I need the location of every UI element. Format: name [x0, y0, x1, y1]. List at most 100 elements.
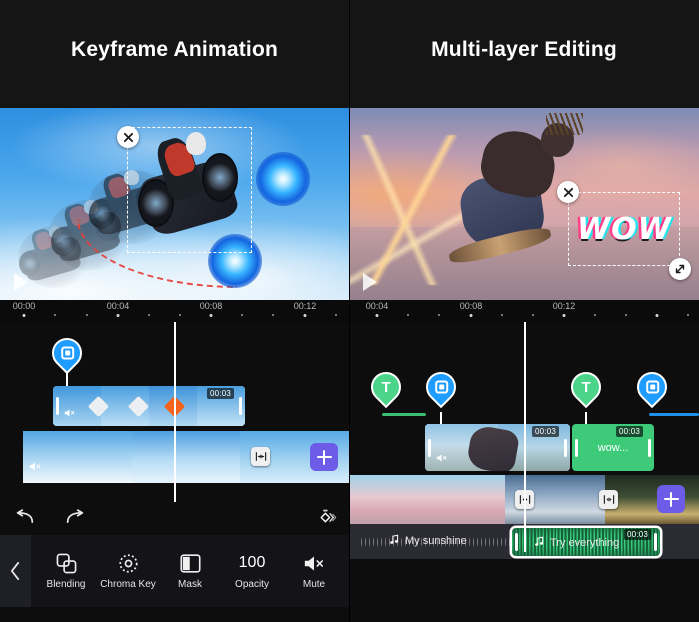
clip-duration-badge: 00:03 [531, 426, 559, 437]
text-marker-1[interactable]: T [364, 365, 408, 409]
audio-track-label: My sunshine [405, 535, 467, 547]
right-panel: WOW 00:04 00:08 00:12 T T 00:03 00:03 wo… [349, 108, 699, 622]
ruler-tick [625, 314, 627, 316]
keyframe-marker-bar-2 [649, 413, 699, 416]
ruler-label: 00:04 [106, 301, 130, 311]
ruler-label: 00:12 [293, 301, 317, 311]
ruler-tick [594, 314, 596, 316]
left-preview[interactable] [0, 108, 349, 300]
keyframe-marker-2[interactable] [630, 365, 674, 409]
ruler-tick [562, 314, 566, 317]
tool-opacity[interactable]: 100 Opacity [221, 552, 283, 590]
text-clip[interactable]: 00:03 wow... [572, 424, 654, 471]
tool-label: Chroma Key [100, 579, 156, 590]
undo-icon[interactable] [14, 509, 36, 531]
tool-mask[interactable]: Mask [159, 552, 221, 590]
background-mute-icon [29, 459, 41, 477]
audio-clip[interactable]: 00:03 Try everything [512, 528, 660, 556]
text-marker-glyph: T [381, 378, 391, 396]
split-icon[interactable] [251, 447, 270, 466]
ruler-tick [54, 314, 56, 316]
panel-divider [349, 0, 350, 622]
close-icon[interactable] [117, 126, 139, 148]
keyframe-marker[interactable] [45, 331, 89, 375]
toolbar-items: Blending Chroma Key Mask 100 Opacity Mut… [31, 535, 349, 607]
tool-mute[interactable]: Mute [283, 552, 345, 590]
ruler-tick [335, 314, 337, 316]
resize-handle-icon[interactable] [669, 258, 691, 280]
add-clip-button[interactable] [657, 485, 685, 513]
keyframe-square-icon [645, 380, 659, 394]
ruler-tick [86, 314, 88, 316]
ruler-tick [241, 314, 243, 316]
selection-box[interactable] [127, 127, 252, 253]
tool-blending[interactable]: Blending [35, 552, 97, 590]
right-preview[interactable]: WOW [349, 108, 699, 300]
ruler-tick [469, 314, 473, 317]
ruler-label: 00:00 [12, 301, 36, 311]
keyframe-square-icon [434, 380, 448, 394]
mask-icon [179, 552, 201, 574]
audio-trim-left[interactable] [512, 528, 521, 556]
ruler-label: 00:08 [459, 301, 483, 311]
ruler-tick [272, 314, 274, 316]
energy-orb-1 [256, 152, 310, 206]
chroma-key-icon [118, 552, 139, 574]
opacity-value: 100 [238, 554, 266, 571]
close-icon[interactable] [557, 181, 579, 203]
ruler-tick [116, 314, 120, 317]
tool-label: Mask [178, 579, 202, 590]
split-icon[interactable] [599, 490, 618, 509]
ruler-tick [532, 314, 534, 316]
text-marker-bar-1 [382, 413, 426, 416]
play-icon[interactable] [14, 273, 28, 291]
ruler-tick [303, 314, 307, 317]
ruler-tick [501, 314, 503, 316]
add-clip-button[interactable] [310, 443, 338, 471]
header-title-left: Keyframe Animation [70, 38, 279, 61]
audio-clip-label: Try everything [550, 537, 620, 549]
background-clip[interactable] [23, 431, 349, 483]
clip-trim-left[interactable] [425, 424, 434, 471]
header-title-right: Multi-layer Editing [431, 38, 617, 61]
ruler-tick [179, 314, 181, 316]
right-ruler[interactable]: 00:04 00:08 00:12 [349, 300, 699, 322]
tool-label: Blending [46, 579, 86, 590]
blending-icon [56, 552, 77, 574]
mute-icon [436, 450, 447, 468]
redo-icon[interactable] [64, 509, 86, 531]
text-marker-2[interactable]: T [564, 365, 608, 409]
left-timeline[interactable]: 00:03 [0, 322, 349, 502]
play-icon[interactable] [363, 273, 377, 291]
playhead[interactable] [174, 322, 176, 502]
marker-stem [585, 412, 587, 424]
left-ruler[interactable]: 00:00 00:04 00:08 00:12 [0, 300, 349, 322]
tool-label: Mute [302, 579, 326, 590]
clip-duration-badge: 00:03 [206, 388, 234, 399]
ruler-tick [22, 314, 26, 317]
ruler-label: 00:12 [552, 301, 576, 311]
keyframe-marker-1[interactable] [419, 365, 463, 409]
background-thumbnails [23, 431, 349, 483]
audio-clip-badge: 00:03 [623, 529, 651, 540]
tool-chroma-key[interactable]: Chroma Key [97, 552, 159, 590]
mute-icon [64, 405, 75, 423]
music-note-icon [389, 534, 400, 548]
text-marker-glyph: T [581, 378, 591, 396]
playhead[interactable] [524, 322, 526, 552]
right-timeline[interactable]: T T 00:03 00:03 wow... My sunshine 00:03… [349, 322, 699, 622]
ruler-tick [148, 314, 150, 316]
left-toolbar: Blending Chroma Key Mask 100 Opacity Mut… [0, 535, 349, 607]
clip-trim-right[interactable] [236, 386, 245, 426]
keyframe-square-icon [60, 346, 74, 360]
video-clip[interactable]: 00:03 [425, 424, 570, 471]
ruler-label: 00:08 [199, 301, 223, 311]
clip-trim-left[interactable] [53, 386, 62, 426]
wow-text-overlay[interactable]: WOW [577, 212, 672, 247]
audio-trim-right[interactable] [651, 528, 660, 556]
keyframe-motion-icon[interactable] [311, 508, 337, 532]
clip-trim-right[interactable] [561, 424, 570, 471]
video-clip[interactable]: 00:03 [53, 386, 245, 426]
left-undo-bar [0, 502, 349, 535]
toolbar-back-button[interactable] [0, 535, 31, 607]
